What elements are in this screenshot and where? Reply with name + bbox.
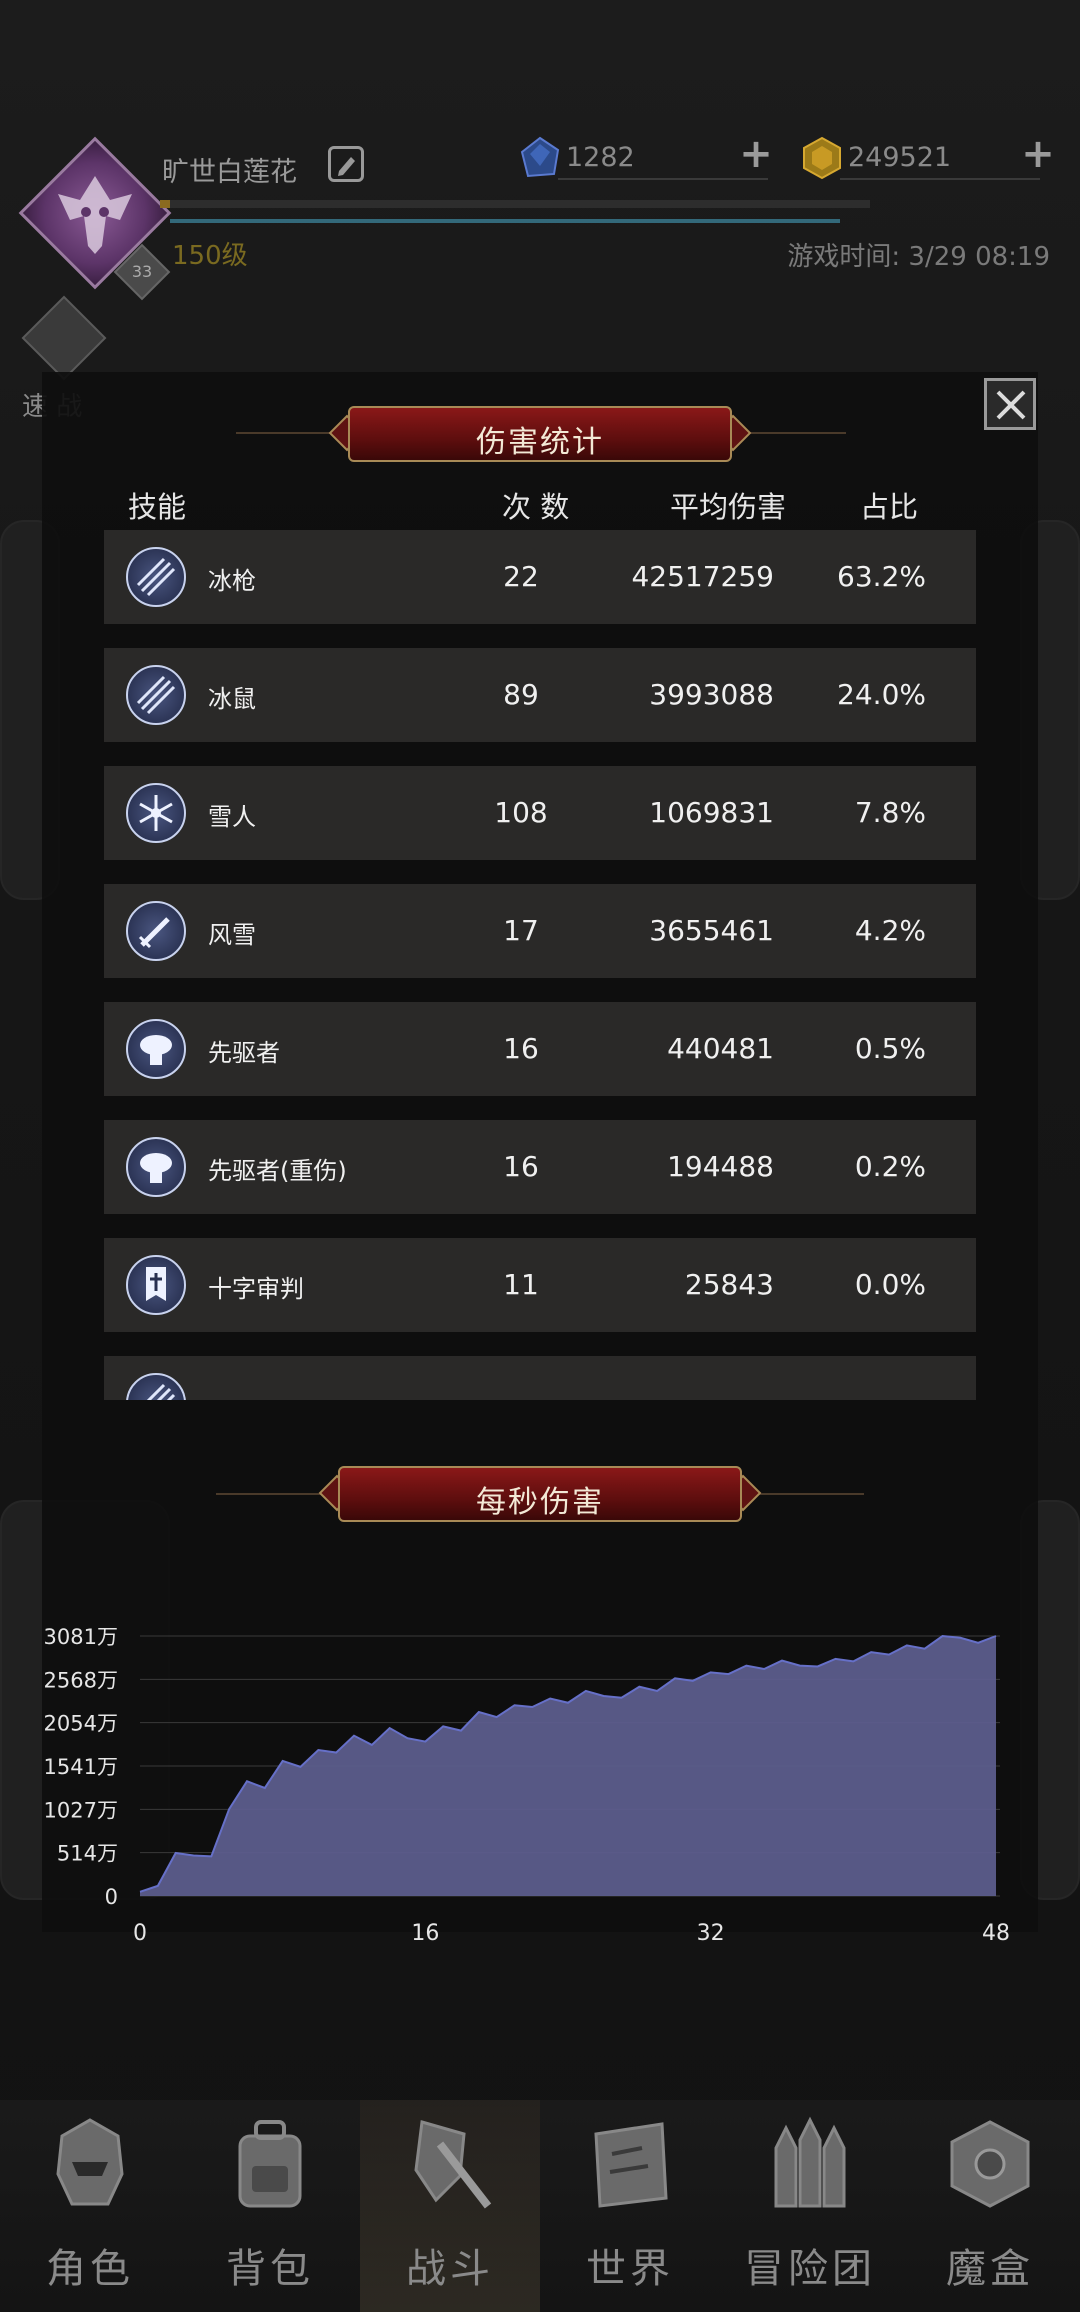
damage-stats-banner: 伤害统计 bbox=[328, 406, 752, 462]
snowflake-icon bbox=[126, 783, 186, 843]
explosion-icon bbox=[126, 1137, 186, 1197]
table-row: 冰鼠 89 3993088 24.0% bbox=[104, 648, 976, 742]
table-row bbox=[104, 1356, 976, 1400]
table-row: 风雪 17 3655461 4.2% bbox=[104, 884, 976, 978]
diamond-counter: 1282 bbox=[518, 136, 773, 184]
y-tick-label: 0 bbox=[105, 1885, 118, 1909]
close-icon bbox=[996, 390, 1026, 420]
y-tick-label: 3081万 bbox=[44, 1625, 118, 1649]
backpack-icon bbox=[238, 2120, 302, 2208]
close-button[interactable] bbox=[984, 378, 1036, 430]
nav-tab-magic-box[interactable]: 魔盒 bbox=[900, 2100, 1080, 2312]
explosion-icon bbox=[126, 1019, 186, 1079]
experience-bar bbox=[160, 200, 870, 208]
experience-fill bbox=[160, 200, 170, 208]
y-tick-label: 514万 bbox=[57, 1842, 118, 1866]
x-tick-label: 16 bbox=[411, 1921, 439, 1946]
edit-name-icon[interactable] bbox=[328, 146, 364, 182]
cross-banner-icon bbox=[126, 1255, 186, 1315]
banner-divider bbox=[756, 1493, 864, 1495]
table-row: 十字审判 11 25843 0.0% bbox=[104, 1238, 976, 1332]
column-header-count: 次 数 bbox=[502, 490, 570, 524]
gold-gem-icon bbox=[803, 136, 841, 180]
stamina-bar bbox=[170, 219, 840, 223]
dps-area-chart: 0 514万 1027万 1541万 2054万 2568万 3081万 0 16 32 48 bbox=[44, 1625, 1010, 1946]
add-gold-button[interactable]: + bbox=[1020, 134, 1056, 174]
table-row: 先驱者 16 440481 0.5% bbox=[104, 1002, 976, 1096]
table-row: 冰枪 22 42517259 63.2% bbox=[104, 530, 976, 624]
y-tick-label: 1027万 bbox=[44, 1798, 118, 1822]
table-row: 先驱者(重伤) 16 194488 0.2% bbox=[104, 1120, 976, 1214]
skill-list[interactable]: 冰枪 22 42517259 63.2% 冰鼠 89 3993088 24.0%… bbox=[104, 528, 976, 1400]
y-tick-label: 2054万 bbox=[44, 1712, 118, 1736]
x-tick-label: 48 bbox=[982, 1921, 1010, 1946]
magic-box-icon bbox=[950, 2120, 1030, 2208]
add-diamond-button[interactable]: + bbox=[738, 134, 774, 174]
map-scroll-icon bbox=[594, 2122, 668, 2208]
castle-icon bbox=[774, 2116, 846, 2208]
banner-divider bbox=[216, 1493, 324, 1495]
game-time: 游戏时间: 3/29 08:19 bbox=[787, 242, 1050, 272]
player-name: 旷世白莲花 bbox=[162, 157, 297, 188]
nav-tab-backpack[interactable]: 背包 bbox=[180, 2100, 360, 2312]
y-tick-label: 1541万 bbox=[44, 1755, 118, 1779]
column-header-share: 占比 bbox=[860, 490, 919, 524]
bottom-navigation: 角色 背包 战斗 世界 冒险团 魔盒 bbox=[0, 2100, 1080, 2312]
nav-tab-battle[interactable]: 战斗 bbox=[360, 2100, 540, 2312]
nav-tab-adventure-team[interactable]: 冒险团 bbox=[720, 2100, 900, 2312]
y-tick-label: 2568万 bbox=[44, 1668, 118, 1692]
gold-counter: 249521 bbox=[800, 136, 1050, 184]
sword-icon bbox=[126, 901, 186, 961]
banner-divider bbox=[236, 432, 334, 434]
diamond-icon bbox=[520, 136, 560, 178]
ice-spear-icon bbox=[126, 665, 186, 725]
nav-tab-world[interactable]: 世界 bbox=[540, 2100, 720, 2312]
x-tick-label: 32 bbox=[697, 1921, 725, 1946]
column-header-avg-damage: 平均伤害 bbox=[670, 490, 787, 524]
banner-divider bbox=[746, 432, 846, 434]
ice-spear-icon bbox=[126, 1373, 186, 1400]
column-header-skill: 技能 bbox=[128, 490, 187, 524]
dps-banner: 每秒伤害 bbox=[318, 1466, 762, 1522]
x-tick-label: 0 bbox=[133, 1921, 147, 1946]
ice-spear-icon bbox=[126, 547, 186, 607]
shield-sword-icon bbox=[414, 2120, 492, 2209]
damage-stats-title: 伤害统计 bbox=[476, 425, 604, 460]
sword-icon bbox=[21, 295, 107, 381]
nav-tab-character[interactable]: 角色 bbox=[0, 2100, 180, 2312]
table-row: 雪人 108 1069831 7.8% bbox=[104, 766, 976, 860]
player-level: 150级 bbox=[172, 241, 248, 271]
dps-title: 每秒伤害 bbox=[476, 1485, 604, 1520]
helmet-icon bbox=[56, 2118, 124, 2206]
